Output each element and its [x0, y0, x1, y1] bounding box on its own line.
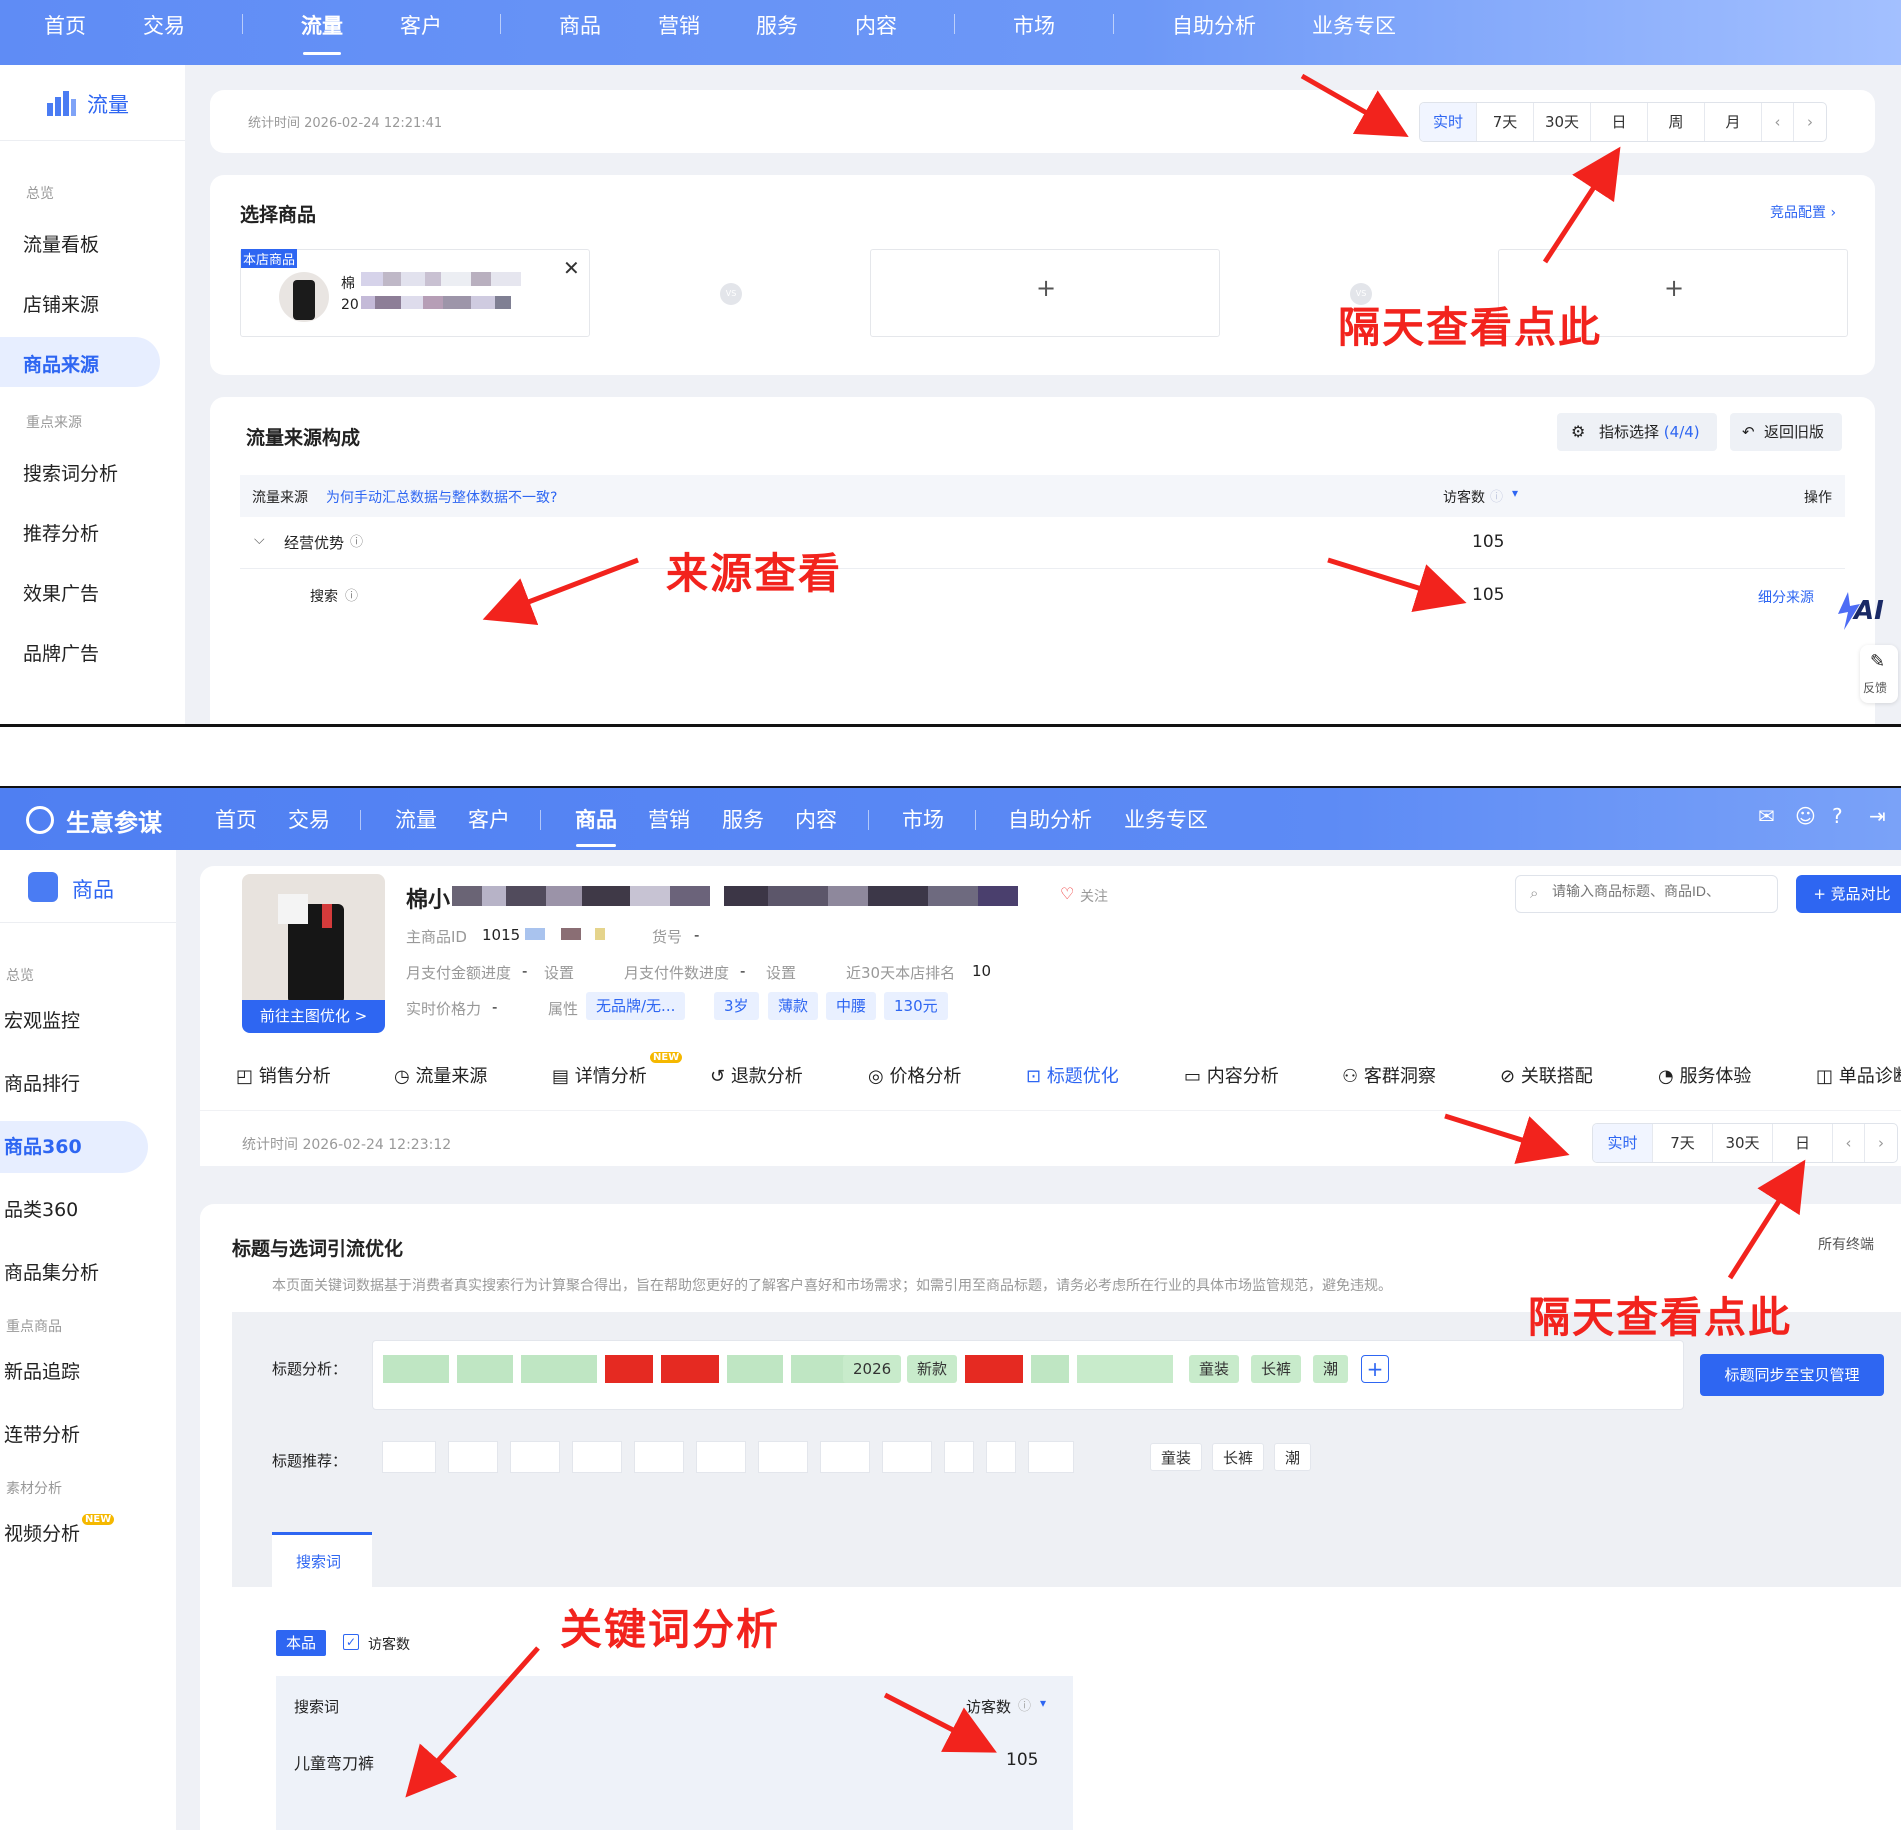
annotation-daily-view: 隔天查看点此: [1338, 303, 1603, 352]
panel-separator: [0, 724, 1901, 727]
annotation-source-view: 来源查看: [666, 549, 843, 598]
annotation-daily-view: 隔天查看点此: [1528, 1293, 1793, 1342]
annotation-keyword-analysis: 关键词分析: [560, 1605, 781, 1654]
annotation-arrows: [482, 73, 1621, 626]
goods-360-screenshot: 生意参谋 首页 交易 流量 客户 商品 营销 服务 内容 市场 自助分析 业务专…: [0, 788, 1901, 1830]
traffic-source-screenshot: 首页 交易 流量 客户 商品 营销 服务 内容 市场 自助分析 业务专区 流量 …: [0, 0, 1901, 724]
